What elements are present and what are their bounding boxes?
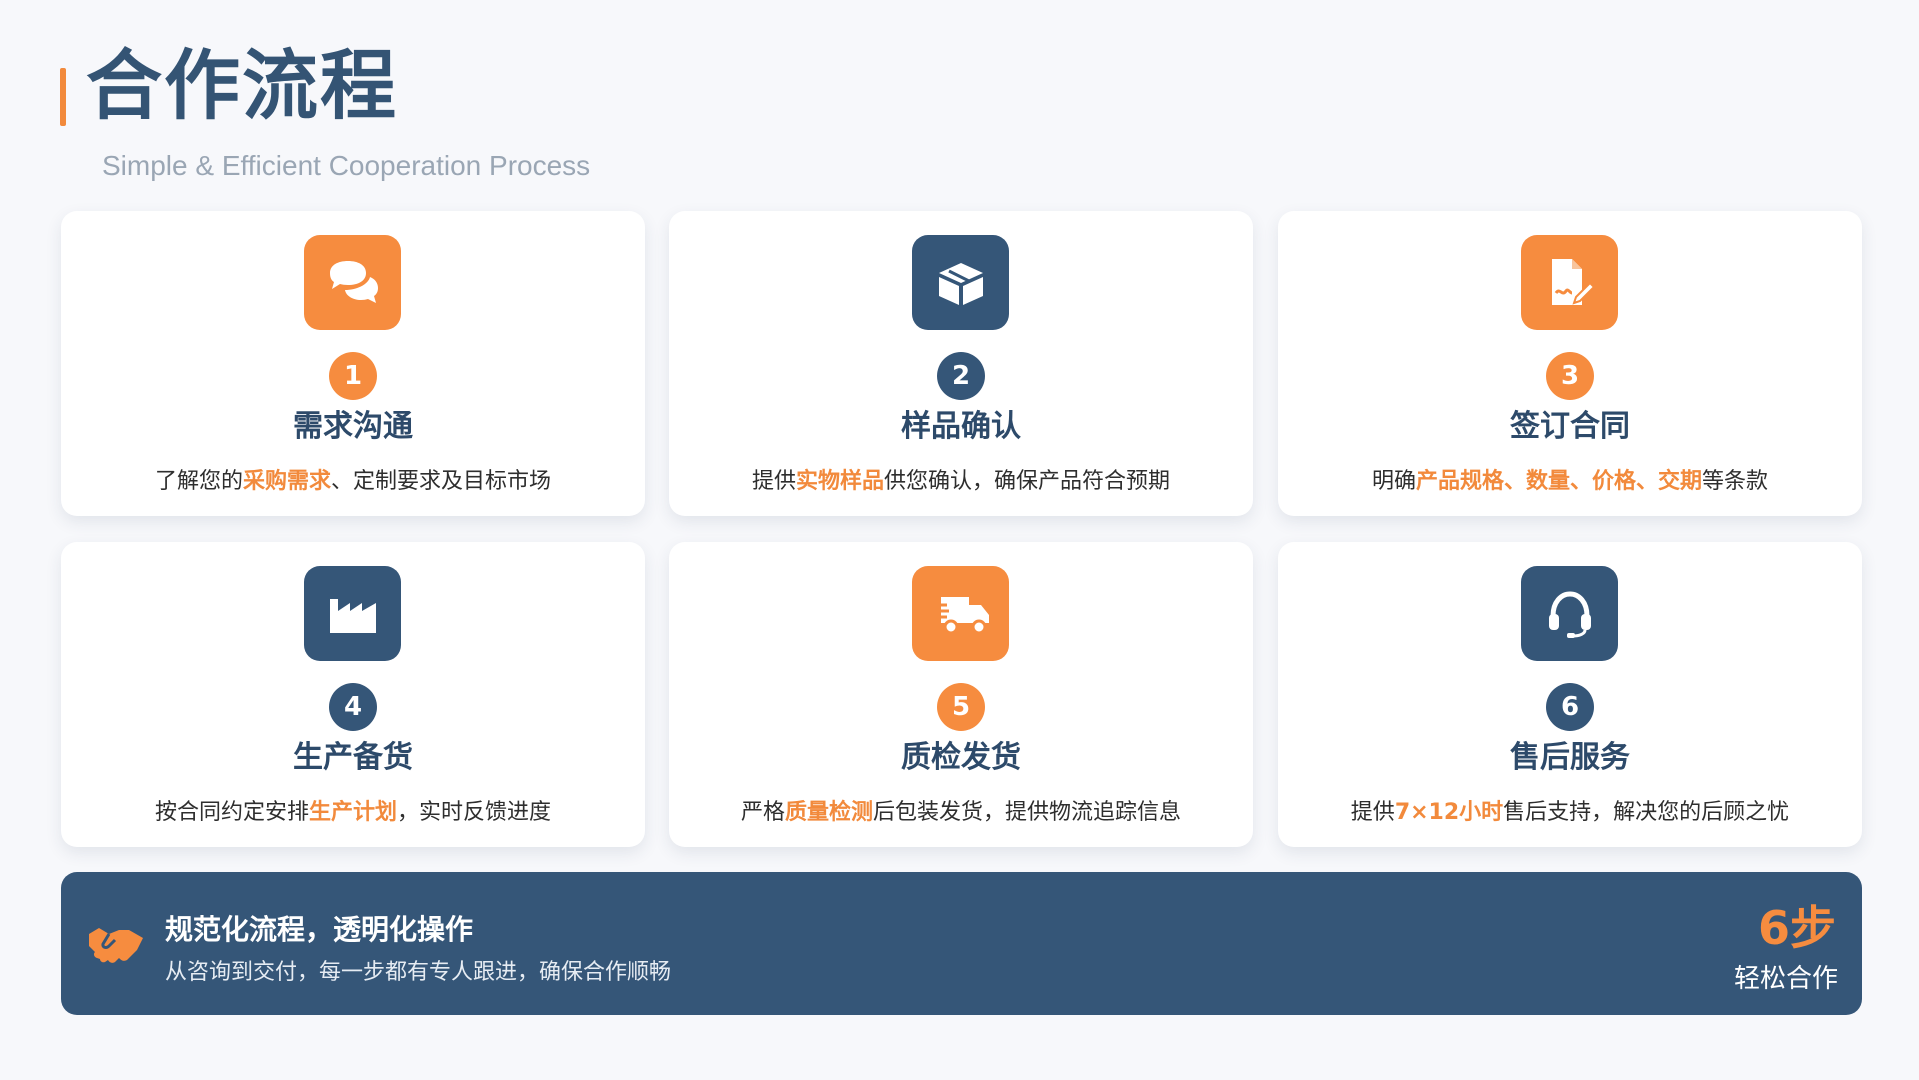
step-title: 生产备货 bbox=[293, 740, 413, 775]
title-accent-bar bbox=[60, 68, 66, 126]
highlight-text: 实物样品 bbox=[795, 469, 884, 494]
factory-icon bbox=[304, 566, 401, 661]
highlight-text: 质量检测 bbox=[784, 800, 873, 825]
step-title: 签订合同 bbox=[1510, 409, 1630, 444]
step-number-badge: 1 bbox=[329, 352, 377, 400]
summary-banner: 规范化流程，透明化操作 从咨询到交付，每一步都有专人跟进，确保合作顺畅 6步 轻… bbox=[61, 872, 1862, 1015]
step-description: 严格质量检测后包装发货，提供物流追踪信息 bbox=[740, 800, 1182, 825]
step-card-6: 6 售后服务 提供7×12小时售后支持，解决您的后顾之忧 bbox=[1278, 542, 1862, 847]
step-card-1: 1 需求沟通 了解您的采购需求、定制要求及目标市场 bbox=[61, 211, 645, 516]
step-description: 了解您的采购需求、定制要求及目标市场 bbox=[154, 469, 552, 494]
chat-bubbles-icon bbox=[304, 235, 401, 330]
step-number-badge: 6 bbox=[1546, 683, 1594, 731]
step-number-badge: 4 bbox=[329, 683, 377, 731]
step-description: 提供实物样品供您确认，确保产品符合预期 bbox=[751, 469, 1171, 494]
headset-icon bbox=[1521, 566, 1618, 661]
steps-count: 6步 bbox=[1757, 901, 1836, 955]
highlight-text: 采购需求 bbox=[242, 469, 331, 494]
process-steps-grid: 1 需求沟通 了解您的采购需求、定制要求及目标市场 2 样品确认 提供实物样品供… bbox=[61, 211, 1862, 847]
page-title: 合作流程 bbox=[86, 41, 398, 130]
step-description: 按合同约定安排生产计划，实时反馈进度 bbox=[154, 800, 552, 825]
page-subtitle: Simple & Efficient Cooperation Process bbox=[102, 150, 591, 181]
step-title: 需求沟通 bbox=[293, 409, 413, 444]
step-title: 样品确认 bbox=[901, 409, 1021, 444]
step-title: 售后服务 bbox=[1510, 740, 1630, 775]
steps-caption: 轻松合作 bbox=[1733, 964, 1838, 994]
step-card-4: 4 生产备货 按合同约定安排生产计划，实时反馈进度 bbox=[61, 542, 645, 847]
highlight-text: 生产计划 bbox=[308, 800, 397, 825]
step-description: 明确产品规格、数量、价格、交期等条款 bbox=[1371, 469, 1769, 494]
step-number-badge: 3 bbox=[1546, 352, 1594, 400]
step-card-2: 2 样品确认 提供实物样品供您确认，确保产品符合预期 bbox=[669, 211, 1253, 516]
step-card-5: 5 质检发货 严格质量检测后包装发货，提供物流追踪信息 bbox=[669, 542, 1253, 847]
contract-sign-icon bbox=[1521, 235, 1618, 330]
handshake-icon bbox=[85, 912, 147, 974]
step-description: 提供7×12小时售后支持，解决您的后顾之忧 bbox=[1350, 800, 1790, 825]
banner-subtitle: 从咨询到交付，每一步都有专人跟进，确保合作顺畅 bbox=[165, 960, 672, 985]
truck-icon bbox=[912, 566, 1009, 661]
step-card-3: 3 签订合同 明确产品规格、数量、价格、交期等条款 bbox=[1278, 211, 1862, 516]
banner-title: 规范化流程，透明化操作 bbox=[165, 913, 474, 946]
step-title: 质检发货 bbox=[901, 740, 1021, 775]
step-number-badge: 5 bbox=[937, 683, 985, 731]
highlight-text: 产品规格、数量、价格、交期 bbox=[1415, 469, 1702, 494]
step-number-badge: 2 bbox=[937, 352, 985, 400]
highlight-text: 7×12小时 bbox=[1394, 800, 1504, 825]
box-icon bbox=[912, 235, 1009, 330]
